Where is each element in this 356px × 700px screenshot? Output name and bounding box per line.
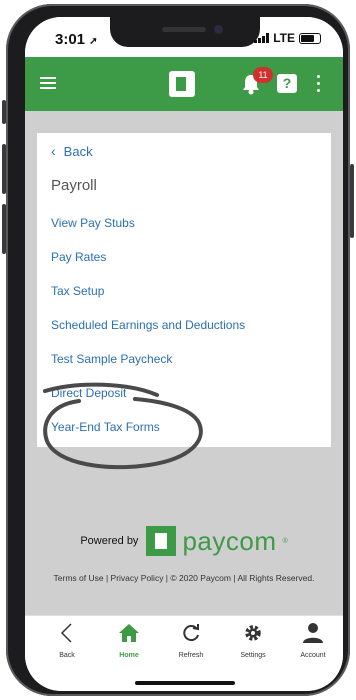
signal-icon xyxy=(254,33,270,43)
link-scheduled-earnings-deductions[interactable]: Scheduled Earnings and Deductions xyxy=(51,318,245,332)
powered-by: Powered by paycom ® xyxy=(25,521,343,561)
tab-refresh[interactable]: Refresh xyxy=(161,622,221,659)
gear-icon xyxy=(245,625,261,641)
page-title: Payroll xyxy=(51,177,97,194)
person-icon xyxy=(303,623,323,643)
hamburger-menu-icon[interactable] xyxy=(40,77,56,89)
location-arrow-icon: ➚ xyxy=(89,36,98,47)
home-indicator xyxy=(135,681,235,685)
tab-settings[interactable]: Settings xyxy=(223,622,283,659)
bottom-tab-bar: Back Home Refresh Settings Account xyxy=(25,615,343,691)
tab-refresh-label: Refresh xyxy=(178,652,204,659)
link-pay-rates[interactable]: Pay Rates xyxy=(51,250,106,264)
phone-screen: 3:01 ➚ LTE 11 ? ‹ Back Payroll View Pay … xyxy=(25,17,343,691)
mute-switch xyxy=(2,100,6,124)
tab-home-label: Home xyxy=(119,652,139,659)
paycom-mark-icon xyxy=(146,526,177,556)
more-options-icon[interactable] xyxy=(317,75,321,93)
home-icon xyxy=(119,624,139,642)
link-direct-deposit[interactable]: Direct Deposit xyxy=(51,386,126,400)
link-tax-setup[interactable]: Tax Setup xyxy=(51,284,104,298)
help-icon[interactable]: ? xyxy=(277,74,297,93)
paycom-logo: paycom ® xyxy=(146,525,288,557)
link-test-sample-paycheck[interactable]: Test Sample Paycheck xyxy=(51,352,172,366)
paycom-logo-icon[interactable] xyxy=(169,71,195,97)
status-time-text: 3:01 xyxy=(55,31,86,48)
status-bar: 3:01 ➚ LTE xyxy=(25,17,343,57)
volume-down-button xyxy=(2,204,6,254)
tab-account[interactable]: Account xyxy=(283,622,343,659)
chevron-left-icon xyxy=(60,623,72,643)
tab-settings-label: Settings xyxy=(240,652,266,659)
tab-account-label: Account xyxy=(300,652,326,659)
link-year-end-tax-forms[interactable]: Year-End Tax Forms xyxy=(51,420,160,434)
camera xyxy=(214,25,223,34)
battery-icon xyxy=(299,32,321,44)
back-link[interactable]: ‹ Back xyxy=(51,143,93,159)
notification-badge: 11 xyxy=(253,67,273,83)
network-label: LTE xyxy=(273,31,295,45)
tab-back-label: Back xyxy=(59,652,75,659)
powered-by-label: Powered by xyxy=(80,535,139,547)
app-bar: 11 ? xyxy=(25,57,343,111)
legal-links[interactable]: Terms of Use | Privacy Policy | © 2020 P… xyxy=(25,573,343,583)
status-time: 3:01 ➚ xyxy=(55,31,98,48)
paycom-wordmark: paycom xyxy=(182,525,277,556)
power-button xyxy=(350,164,354,238)
notch xyxy=(110,17,260,47)
status-indicators: LTE xyxy=(254,31,321,45)
volume-up-button xyxy=(2,144,6,194)
tab-back[interactable]: Back xyxy=(37,622,97,659)
speaker xyxy=(162,27,206,32)
payroll-menu-card: ‹ Back Payroll View Pay Stubs Pay Rates … xyxy=(37,133,331,447)
registered-mark: ® xyxy=(282,537,288,545)
back-link-label: Back xyxy=(63,143,93,159)
refresh-icon xyxy=(183,624,199,642)
link-view-pay-stubs[interactable]: View Pay Stubs xyxy=(51,216,135,230)
chevron-left-icon: ‹ xyxy=(51,143,56,159)
phone-frame: 3:01 ➚ LTE 11 ? ‹ Back Payroll View Pay … xyxy=(2,4,354,696)
tab-home[interactable]: Home xyxy=(99,622,159,659)
